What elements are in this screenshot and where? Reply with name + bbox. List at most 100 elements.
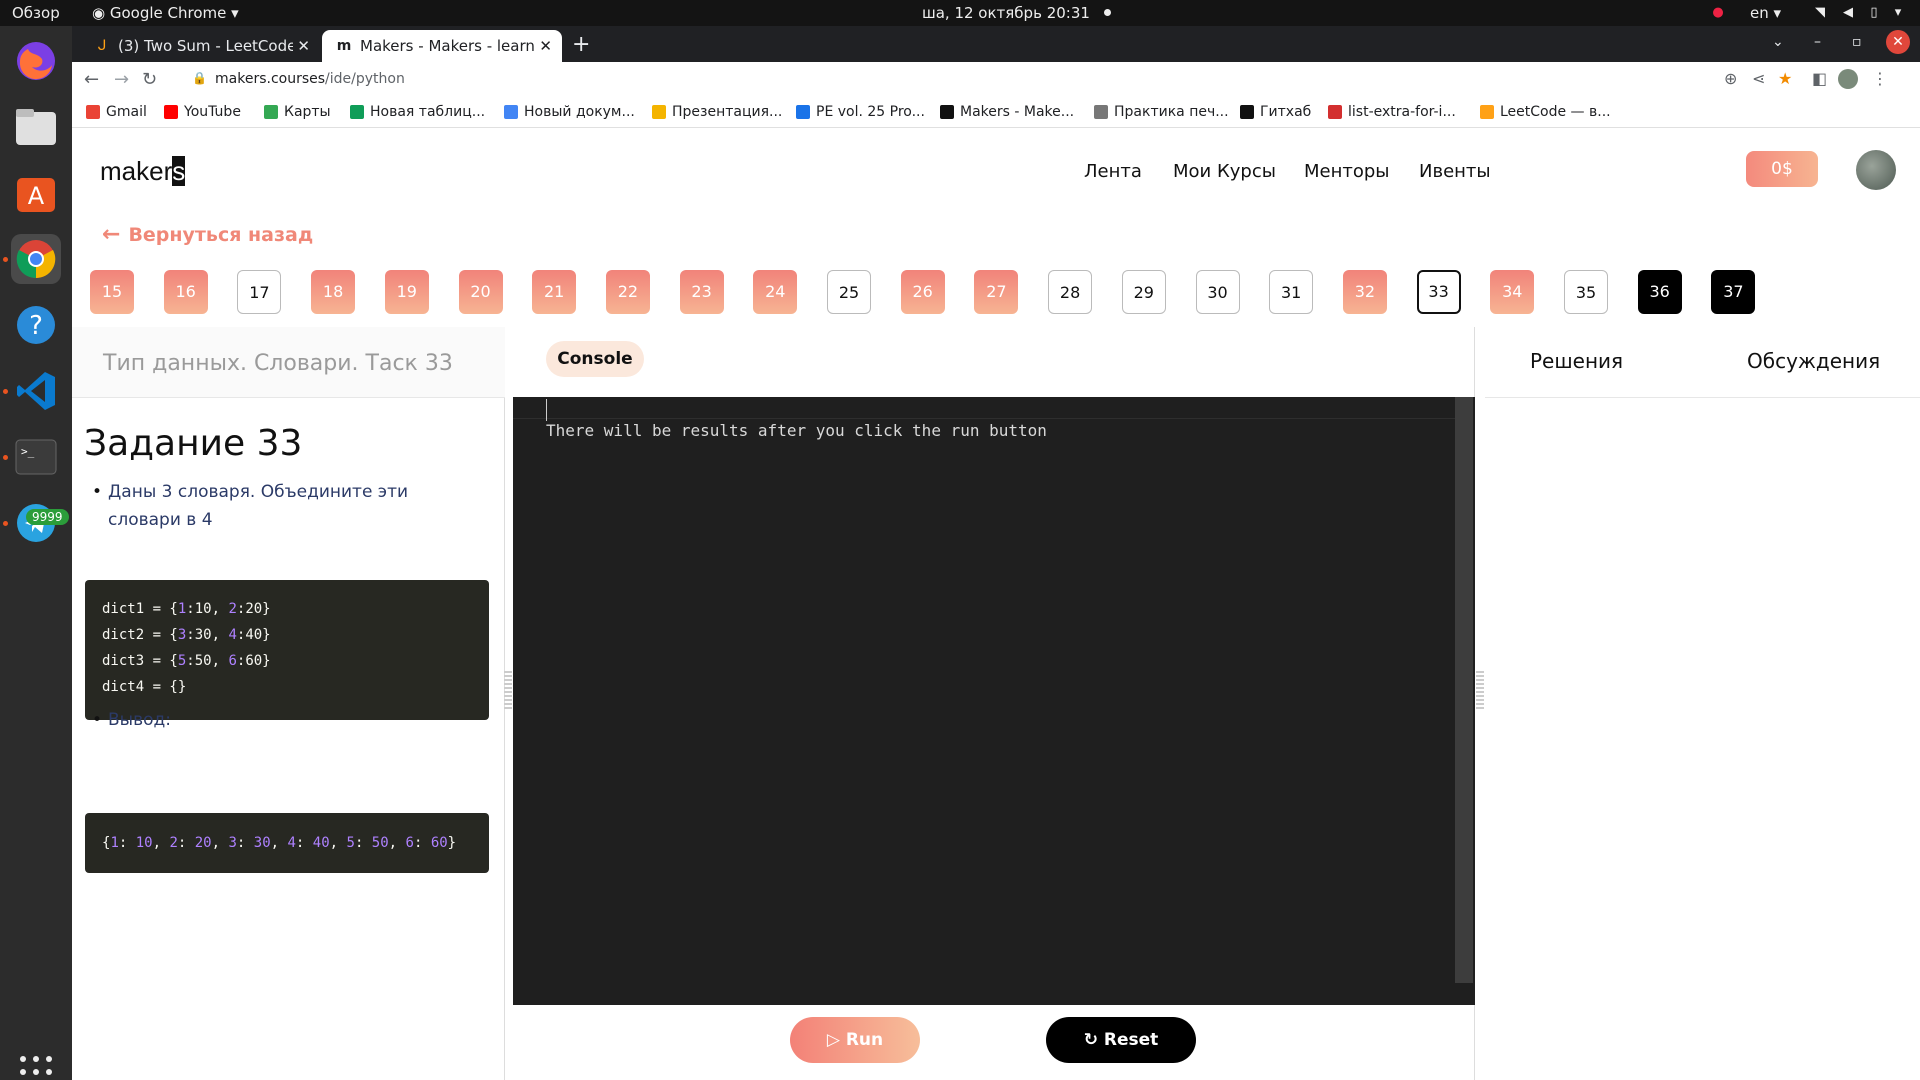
close-icon[interactable]: ✕ <box>539 37 552 55</box>
forward-icon[interactable]: → <box>114 69 129 90</box>
battery-icon[interactable]: ▯ <box>1866 5 1882 21</box>
task-number-16[interactable]: 16 <box>163 270 208 314</box>
wifi-icon[interactable]: ◥ <box>1812 5 1828 21</box>
help-icon: ? <box>17 306 55 344</box>
clock[interactable]: ша, 12 октябрь 20:31 <box>922 4 1111 22</box>
tab-search-icon[interactable]: ⌄ <box>1772 34 1784 50</box>
task-number-18[interactable]: 18 <box>311 270 356 314</box>
task-number-30[interactable]: 30 <box>1195 270 1240 314</box>
console-scrollbar[interactable] <box>1455 397 1473 983</box>
right-splitter-handle[interactable] <box>1476 669 1484 709</box>
bookmark-item[interactable]: Гитхаб <box>1240 104 1311 120</box>
typing-icon <box>1094 105 1108 119</box>
tab-solutions[interactable]: Решения <box>1530 349 1623 373</box>
console-output[interactable]: There will be results after you click th… <box>513 397 1475 1005</box>
bookmark-star-icon[interactable]: ★ <box>1778 69 1792 88</box>
task-number-25[interactable]: 25 <box>827 270 871 314</box>
share-icon[interactable]: ⋖ <box>1752 69 1765 88</box>
reset-label: Reset <box>1103 1030 1159 1050</box>
code-token: :40} <box>236 627 271 643</box>
code-number-token: 40 <box>312 835 330 851</box>
show-apps-icon[interactable] <box>20 1056 52 1080</box>
zoom-icon[interactable]: ⊕ <box>1724 69 1737 88</box>
tab-makers[interactable]: m Makers - Makers - learn every ✕ <box>322 30 562 62</box>
task-number-37[interactable]: 37 <box>1711 270 1756 314</box>
files-launcher[interactable] <box>11 102 61 152</box>
left-splitter-handle[interactable] <box>504 669 512 709</box>
task-number-28[interactable]: 28 <box>1048 270 1093 314</box>
bookmark-item[interactable]: list-extra-for-i... <box>1328 104 1456 120</box>
lock-icon[interactable]: 🔒 <box>192 71 207 85</box>
help-launcher[interactable]: ? <box>11 300 61 350</box>
task-number-21[interactable]: 21 <box>532 270 577 314</box>
task-number-23[interactable]: 23 <box>679 270 724 314</box>
console-caret <box>546 399 547 421</box>
bookmark-item[interactable]: LeetCode — в... <box>1480 104 1611 120</box>
bookmark-item[interactable]: Makers - Make... <box>940 104 1074 120</box>
nav-mentors[interactable]: Менторы <box>1304 161 1390 182</box>
language-indicator[interactable]: en ▾ <box>1750 4 1781 22</box>
address-bar[interactable]: makers.courses/ide/python <box>215 71 405 87</box>
nav-events[interactable]: Ивенты <box>1419 161 1491 182</box>
new-tab-button[interactable]: + <box>572 32 590 57</box>
side-panel-icon[interactable]: ◧ <box>1812 69 1827 88</box>
task-number-15[interactable]: 15 <box>90 270 134 314</box>
volume-icon[interactable]: ◀ <box>1840 5 1856 21</box>
site-logo[interactable]: makers <box>100 156 186 187</box>
tab-discussions[interactable]: Обсуждения <box>1747 349 1880 373</box>
power-menu-icon[interactable]: ▾ <box>1890 5 1906 21</box>
bookmark-item[interactable]: Практика печ... <box>1094 104 1229 120</box>
back-link[interactable]: ← Вернуться назад <box>102 222 313 247</box>
code-line: dict4 = {} <box>102 674 472 700</box>
menu-kebab-icon[interactable]: ⋮ <box>1872 69 1888 88</box>
balance-badge[interactable]: 0$ <box>1746 151 1818 187</box>
terminal-launcher[interactable]: >_ <box>11 432 61 482</box>
reload-icon[interactable]: ↻ <box>142 69 157 90</box>
tab-console[interactable]: Console <box>546 341 644 377</box>
vscode-launcher[interactable] <box>11 366 61 416</box>
bookmark-item[interactable]: Gmail <box>86 104 147 120</box>
logo-cursor: s <box>172 156 186 186</box>
nav-my-courses[interactable]: Мои Курсы <box>1173 161 1276 182</box>
bookmark-item[interactable]: YouTube <box>164 104 241 120</box>
user-avatar[interactable] <box>1856 150 1896 190</box>
minimize-button[interactable]: – <box>1814 34 1821 50</box>
task-number-31[interactable]: 31 <box>1269 270 1314 314</box>
reset-button[interactable]: ↻ Reset <box>1046 1017 1196 1063</box>
os-top-bar: Обзор ◉ Google Chrome ▾ ша, 12 октябрь 2… <box>0 0 1920 26</box>
task-number-20[interactable]: 20 <box>458 270 503 314</box>
nav-feed[interactable]: Лента <box>1084 161 1142 182</box>
task-number-26[interactable]: 26 <box>900 270 945 314</box>
task-number-24[interactable]: 24 <box>753 270 798 314</box>
screen-record-icon[interactable]: ● <box>1710 5 1726 21</box>
back-icon[interactable]: ← <box>84 69 99 90</box>
run-button[interactable]: ▷ Run <box>790 1017 920 1063</box>
task-number-35[interactable]: 35 <box>1564 270 1608 314</box>
bookmark-item[interactable]: Новая таблиц... <box>350 104 485 120</box>
bookmark-item[interactable]: PE vol. 25 Pro... <box>796 104 925 120</box>
tab-title: Makers - Makers - learn every <box>360 37 535 55</box>
tab-leetcode[interactable]: ᒍ (3) Two Sum - LeetCode ✕ <box>80 30 320 62</box>
app-menu[interactable]: ◉ Google Chrome ▾ <box>92 4 239 22</box>
task-number-29[interactable]: 29 <box>1121 270 1166 314</box>
task-number-19[interactable]: 19 <box>384 270 429 314</box>
task-number-34[interactable]: 34 <box>1490 270 1535 314</box>
bookmark-item[interactable]: Карты <box>264 104 331 120</box>
software-launcher[interactable]: A <box>11 168 61 218</box>
task-number-27[interactable]: 27 <box>974 270 1019 314</box>
bookmark-item[interactable]: Новый докум... <box>504 104 635 120</box>
close-icon[interactable]: ✕ <box>297 37 310 55</box>
chrome-launcher[interactable] <box>11 234 61 284</box>
task-number-32[interactable]: 32 <box>1342 270 1387 314</box>
task-number-22[interactable]: 22 <box>605 270 650 314</box>
task-number-17[interactable]: 17 <box>237 270 282 314</box>
window-close-button[interactable]: ✕ <box>1886 30 1910 54</box>
task-number-33[interactable]: 33 <box>1416 270 1461 314</box>
task-number-36[interactable]: 36 <box>1637 270 1682 314</box>
bookmark-label: Gmail <box>106 104 147 120</box>
activities-button[interactable]: Обзор <box>12 4 60 22</box>
firefox-launcher[interactable] <box>11 36 61 86</box>
maximize-button[interactable]: ▫ <box>1852 34 1862 50</box>
bookmark-item[interactable]: Презентация... <box>652 104 782 120</box>
profile-avatar[interactable] <box>1838 69 1858 89</box>
